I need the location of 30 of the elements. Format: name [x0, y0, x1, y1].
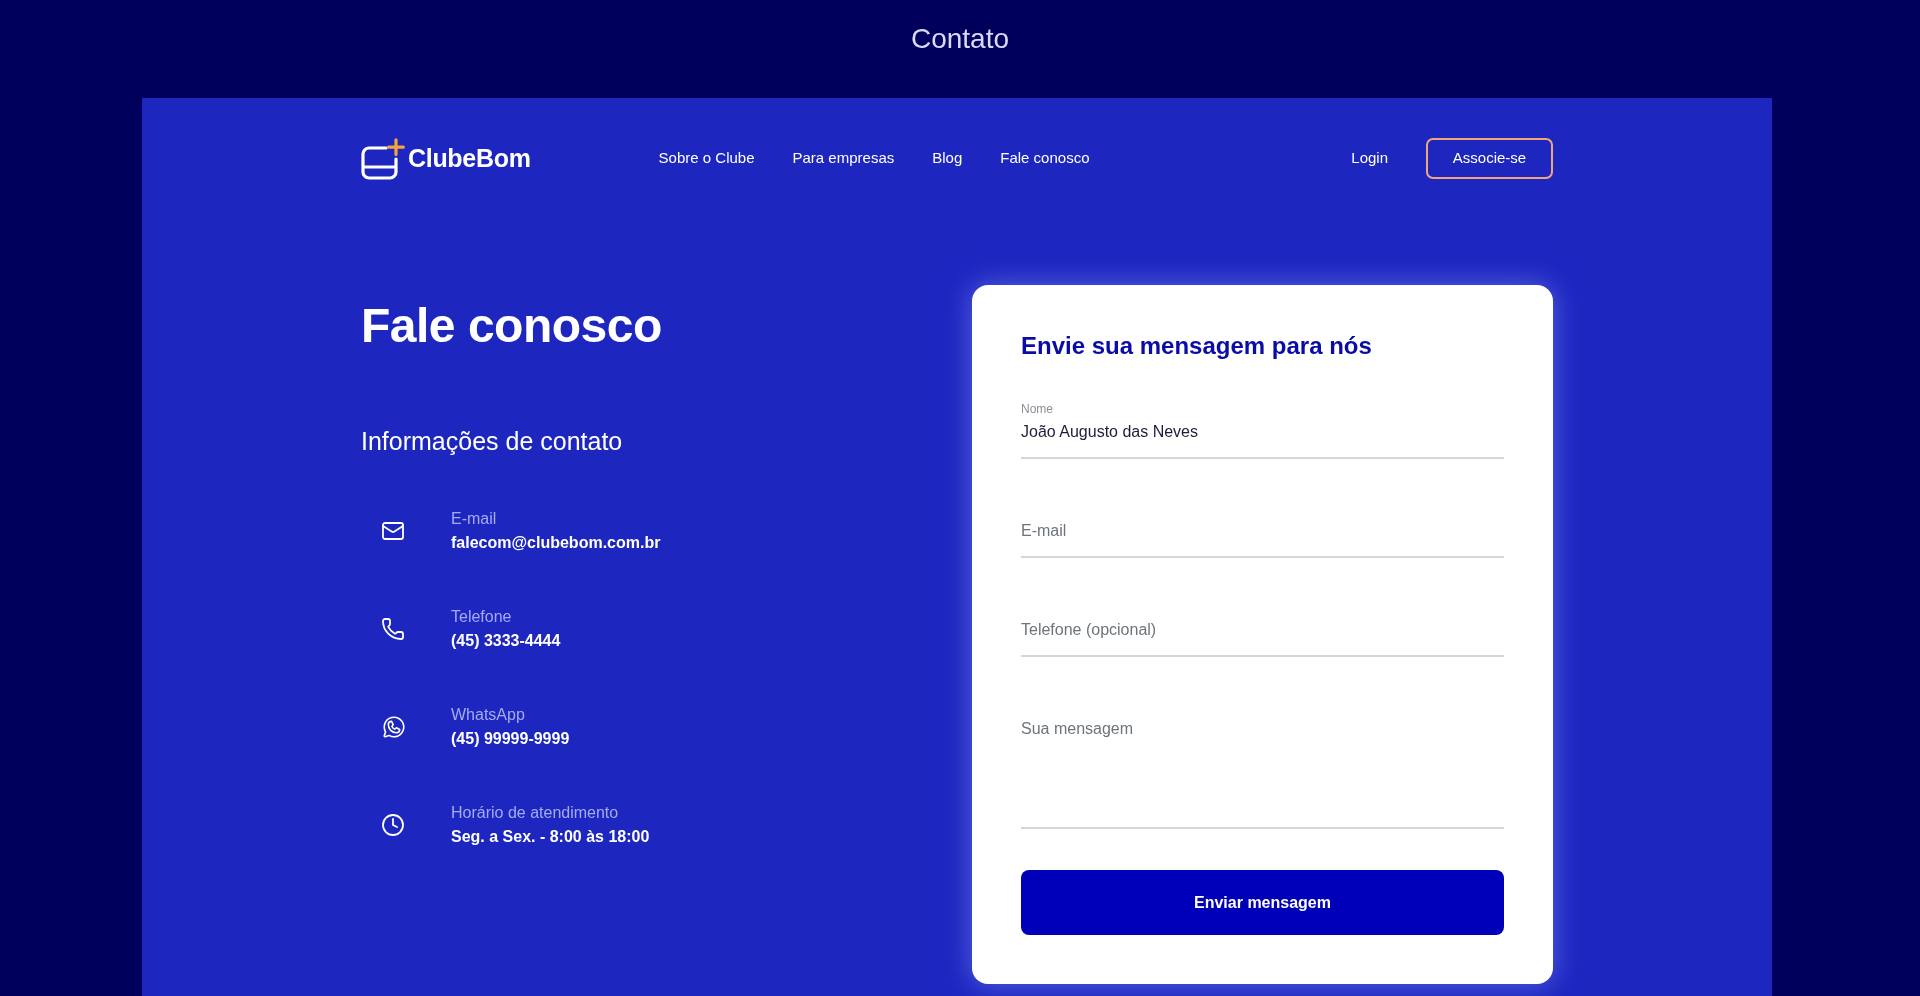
contact-label: Horário de atendimento: [451, 803, 620, 823]
envelope-icon: [381, 519, 405, 543]
contact-label: Telefone: [451, 607, 513, 627]
nav-link[interactable]: Sobre o Clube: [658, 147, 755, 170]
contact-value: (45) 3333-4444: [451, 631, 561, 651]
section-subtitle: Informações de contato: [361, 426, 624, 456]
chat-bubble-phone-icon: [381, 714, 407, 740]
field-label: Nome: [1021, 401, 1054, 417]
text-input[interactable]: E-mail: [1021, 519, 1504, 558]
text-input[interactable]: João Augusto das Neves: [1021, 420, 1504, 459]
contact-label: E-mail: [451, 509, 498, 529]
nav-link[interactable]: Fale conosco: [1000, 147, 1090, 170]
message-textarea[interactable]: Sua mensagem: [1021, 717, 1504, 829]
contact-value: (45) 99999-9999: [451, 729, 570, 749]
nav-link[interactable]: Blog: [932, 147, 963, 170]
submit-button[interactable]: Enviar mensagem: [1021, 870, 1504, 935]
phone-icon: [381, 617, 405, 641]
contact-value: falecom@clubebom.com.br: [451, 533, 661, 553]
contact-label: WhatsApp: [451, 705, 526, 725]
login-link[interactable]: Login: [1351, 147, 1388, 170]
logo-text: ClubeBom: [408, 146, 531, 171]
form-heading: Envie sua mensagem para nós: [1021, 331, 1373, 361]
page-heading: Fale conosco: [361, 298, 662, 354]
clock-icon: [381, 813, 405, 837]
card-plus-logo-icon: [361, 137, 405, 180]
signup-button[interactable]: Associe-se: [1426, 138, 1553, 179]
page-title: Contato: [910, 22, 1010, 56]
text-input[interactable]: Telefone (opcional): [1021, 618, 1504, 657]
contact-value: Seg. a Sex. - 8:00 às 18:00: [451, 827, 650, 847]
nav-link[interactable]: Para empresas: [792, 147, 895, 170]
